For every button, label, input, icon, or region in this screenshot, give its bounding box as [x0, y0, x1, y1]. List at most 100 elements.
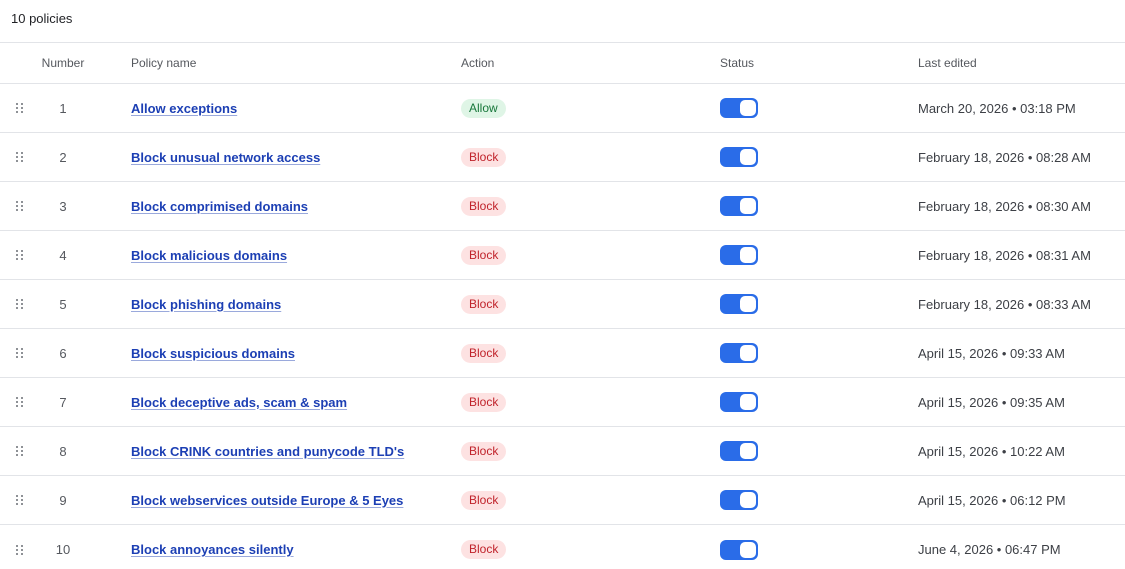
- last-edited-value: February 18, 2026 • 08:30 AM: [918, 198, 1091, 214]
- table-row: 3 Block comprimised domains Block February …: [0, 182, 1125, 231]
- action-cell: Block: [461, 476, 611, 524]
- last-edited-value: April 15, 2026 • 10:22 AM: [918, 443, 1065, 459]
- column-header-number[interactable]: Number: [30, 43, 96, 83]
- toggle-knob: [740, 100, 756, 116]
- action-cell: Block: [461, 329, 611, 377]
- action-badge: Block: [461, 147, 507, 167]
- action-badge: Block: [461, 245, 507, 265]
- policy-name-link[interactable]: Block CRINK countries and punycode TLD's: [131, 444, 404, 459]
- drag-handle-icon[interactable]: [15, 103, 23, 113]
- status-toggle[interactable]: [720, 441, 758, 461]
- drag-handle-icon[interactable]: [15, 446, 23, 456]
- status-cell: [720, 525, 870, 569]
- policy-number: 7: [59, 394, 67, 410]
- action-cell: Block: [461, 182, 611, 230]
- policy-name-link[interactable]: Block comprimised domains: [131, 199, 308, 214]
- last-edited-cell: April 15, 2026 • 06:12 PM: [918, 476, 1123, 524]
- action-cell: Block: [461, 525, 611, 569]
- toggle-knob: [740, 296, 756, 312]
- policy-name-cell: Allow exceptions: [131, 84, 451, 132]
- status-toggle[interactable]: [720, 539, 758, 560]
- drag-handle-icon[interactable]: [15, 250, 23, 260]
- last-edited-cell: April 15, 2026 • 10:22 AM: [918, 427, 1123, 475]
- toggle-knob: [740, 247, 756, 263]
- drag-handle-cell[interactable]: [11, 84, 27, 132]
- policies-page: 10 policies Number Policy name Action St…: [0, 0, 1125, 569]
- last-edited-value: March 20, 2026 • 03:18 PM: [918, 100, 1076, 116]
- number-cell: 7: [30, 378, 96, 426]
- number-cell: 10: [30, 525, 96, 569]
- drag-handle-icon[interactable]: [15, 397, 23, 407]
- policy-name-link[interactable]: Block malicious domains: [131, 248, 287, 263]
- last-edited-cell: February 18, 2026 • 08:33 AM: [918, 280, 1123, 328]
- action-badge: Block: [461, 392, 507, 412]
- drag-handle-cell[interactable]: [11, 378, 27, 426]
- policy-count-label: 10 policies: [11, 10, 73, 26]
- policy-number: 10: [55, 542, 71, 557]
- table-row: 1 Allow exceptions Allow March 20, 2026 • 0…: [0, 84, 1125, 133]
- number-cell: 9: [30, 476, 96, 524]
- policy-name-link[interactable]: Allow exceptions: [131, 101, 237, 116]
- drag-handle-cell[interactable]: [11, 427, 27, 475]
- policy-number: 9: [59, 492, 67, 508]
- drag-handle-cell[interactable]: [11, 280, 27, 328]
- status-toggle[interactable]: [720, 245, 758, 265]
- status-toggle[interactable]: [720, 392, 758, 412]
- action-badge: Block: [461, 294, 507, 314]
- drag-handle-cell[interactable]: [11, 182, 27, 230]
- status-cell: [720, 231, 870, 279]
- column-header-status[interactable]: Status: [720, 43, 870, 83]
- last-edited-cell: June 4, 2026 • 06:47 PM: [918, 525, 1123, 569]
- policy-number: 8: [59, 443, 67, 459]
- status-toggle[interactable]: [720, 147, 758, 167]
- drag-handle-icon[interactable]: [15, 348, 23, 358]
- action-cell: Block: [461, 133, 611, 181]
- number-cell: 8: [30, 427, 96, 475]
- last-edited-value: February 18, 2026 • 08:28 AM: [918, 149, 1091, 165]
- toggle-knob: [740, 345, 756, 361]
- last-edited-value: April 15, 2026 • 09:35 AM: [918, 394, 1065, 410]
- policy-number: 3: [59, 198, 67, 214]
- drag-handle-icon[interactable]: [15, 299, 23, 309]
- column-header-action[interactable]: Action: [461, 43, 611, 83]
- status-toggle[interactable]: [720, 294, 758, 314]
- drag-handle-cell[interactable]: [11, 133, 27, 181]
- drag-handle-icon[interactable]: [15, 152, 23, 162]
- number-cell: 5: [30, 280, 96, 328]
- status-toggle[interactable]: [720, 490, 758, 510]
- table-row: 6 Block suspicious domains Block April 15, …: [0, 329, 1125, 378]
- policy-name-link[interactable]: Block webservices outside Europe & 5 Eye…: [131, 493, 403, 508]
- drag-handle-cell[interactable]: [11, 476, 27, 524]
- drag-handle-icon[interactable]: [15, 495, 23, 505]
- policy-name-link[interactable]: Block unusual network access: [131, 150, 320, 165]
- number-cell: 3: [30, 182, 96, 230]
- table-row: 9 Block webservices outside Europe & 5 Ey…: [0, 476, 1125, 525]
- status-cell: [720, 133, 870, 181]
- last-edited-cell: April 15, 2026 • 09:33 AM: [918, 329, 1123, 377]
- table-row: 8 Block CRINK countries and punycode TLD'…: [0, 427, 1125, 476]
- status-toggle[interactable]: [720, 98, 758, 118]
- last-edited-value: February 18, 2026 • 08:33 AM: [918, 296, 1091, 312]
- toggle-knob: [740, 198, 756, 214]
- column-header-last-edited[interactable]: Last edited: [918, 43, 1123, 83]
- policy-name-link[interactable]: Block deceptive ads, scam & spam: [131, 395, 347, 410]
- policy-name-cell: Block unusual network access: [131, 133, 451, 181]
- toggle-knob: [740, 394, 756, 410]
- policy-name-cell: Block CRINK countries and punycode TLD's: [131, 427, 451, 475]
- policy-name-link[interactable]: Block suspicious domains: [131, 346, 295, 361]
- table-header: Number Policy name Action Status Last ed…: [0, 43, 1125, 84]
- status-toggle[interactable]: [720, 343, 758, 363]
- drag-handle-icon[interactable]: [15, 201, 23, 211]
- policy-name-link[interactable]: Block annoyances silently: [131, 542, 294, 557]
- drag-handle-cell[interactable]: [11, 525, 27, 569]
- column-header-policy-name[interactable]: Policy name: [131, 43, 451, 83]
- drag-handle-cell[interactable]: [11, 231, 27, 279]
- toggle-knob: [740, 492, 756, 508]
- drag-handle-icon[interactable]: [15, 544, 23, 555]
- policy-name-link[interactable]: Block phishing domains: [131, 297, 281, 312]
- status-cell: [720, 427, 870, 475]
- policy-table-body: 1 Allow exceptions Allow March 20, 2026 • 0…: [0, 84, 1125, 569]
- status-toggle[interactable]: [720, 196, 758, 216]
- drag-handle-cell[interactable]: [11, 329, 27, 377]
- action-badge: Block: [461, 196, 507, 216]
